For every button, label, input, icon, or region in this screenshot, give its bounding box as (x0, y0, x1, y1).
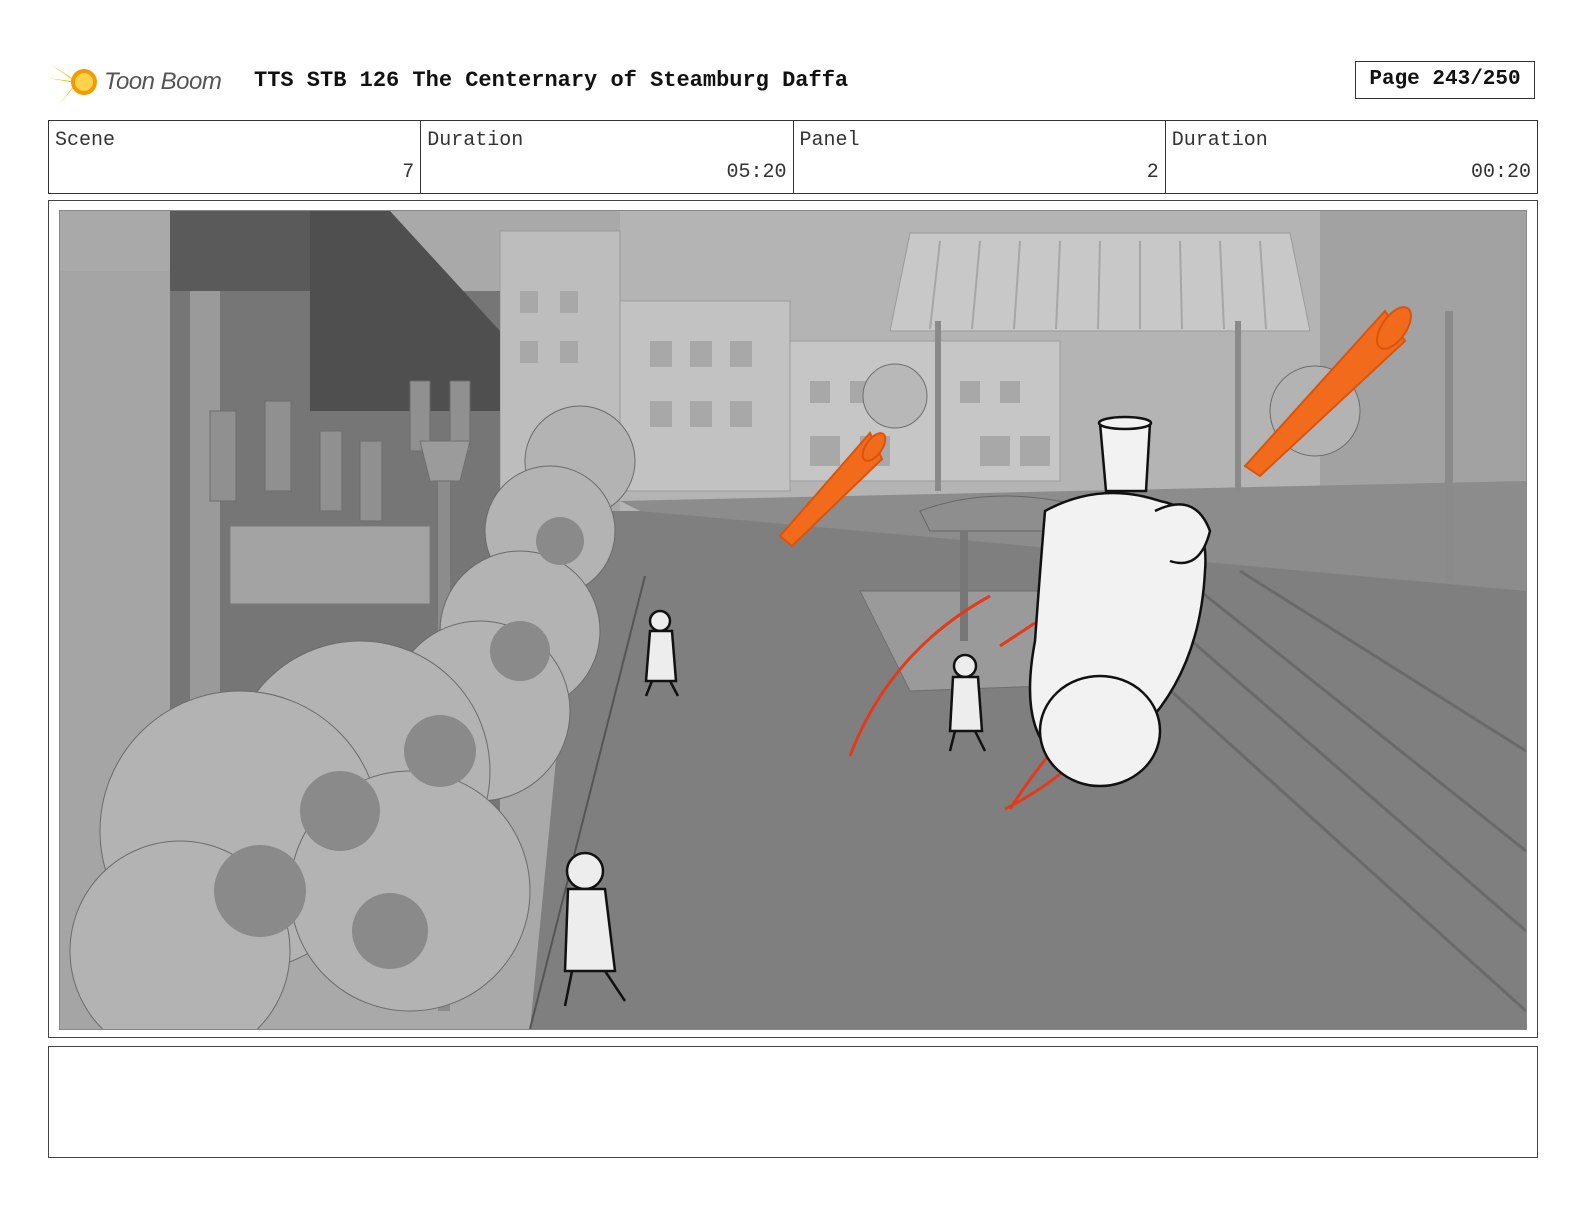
panel-duration-cell: Duration 00:20 (1164, 121, 1537, 193)
panel-cell: Panel 2 (792, 121, 1165, 193)
document-title: TTS STB 126 The Centernary of Steamburg … (254, 68, 849, 93)
panel-notes-box (48, 1046, 1538, 1158)
panel-duration-label: Duration (1171, 129, 1268, 152)
storyboard-panel-image (59, 210, 1527, 1030)
street-scene-illustration (60, 211, 1526, 1029)
toon-boom-logo: Toon Boom (48, 56, 248, 108)
scene-info-row: Scene 7 Duration 05:20 Panel 2 Duration … (48, 120, 1538, 194)
scene-duration-label: Duration (427, 129, 524, 152)
scene-duration-value: 05:20 (726, 161, 787, 184)
logo-text: Toon Boom (104, 68, 222, 95)
scene-label: Scene (55, 129, 116, 152)
scene-cell: Scene 7 (49, 121, 420, 193)
panel-value: 2 (1146, 161, 1159, 184)
panel-label: Panel (799, 129, 860, 152)
panel-duration-value: 00:20 (1470, 161, 1531, 184)
page-header: Toon Boom TTS STB 126 The Centernary of … (48, 52, 1538, 110)
scene-value: 7 (402, 161, 415, 184)
scene-duration-cell: Duration 05:20 (420, 121, 792, 193)
page-number: Page 243/250 (1355, 61, 1535, 99)
sunburst-icon (48, 58, 97, 106)
